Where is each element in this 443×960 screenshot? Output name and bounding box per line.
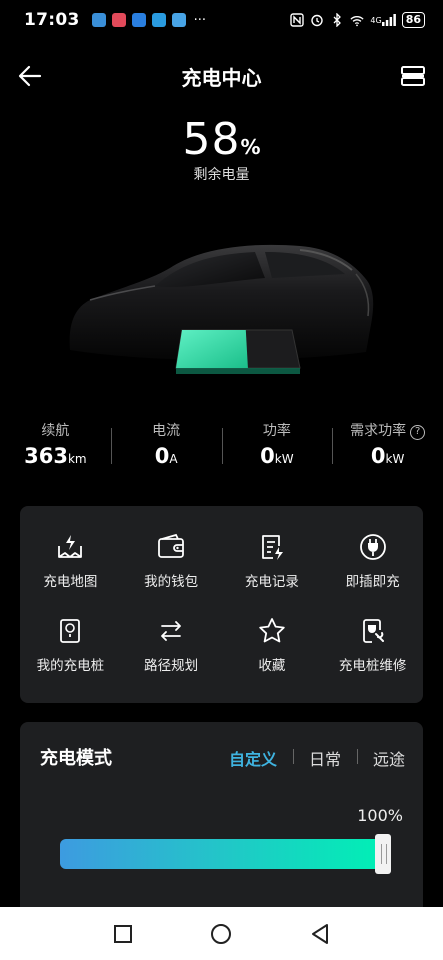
help-icon[interactable]: ? [410, 425, 426, 440]
charging-mode-title: 充电模式 [40, 748, 112, 769]
bluetooth-icon [330, 13, 344, 27]
grid-item-label: 充电地图 [43, 574, 98, 590]
grid-item-charging-pile[interactable]: 我的充电桩 [20, 610, 121, 694]
network-type: 4G [370, 15, 382, 25]
stat-unit: kW [274, 452, 294, 466]
charging-mode-tabs: 自定义 日常 远途 [213, 746, 405, 770]
stat-range: 续航 363km [0, 420, 111, 472]
grid-item-label: 充电桩维修 [338, 658, 407, 674]
stat-unit: A [169, 452, 178, 466]
stat-value: 363 [24, 444, 68, 468]
grid-item-favorites[interactable]: 收藏 [222, 610, 323, 694]
charging-mode-card: 充电模式 自定义 日常 远途 100% [20, 722, 423, 922]
wallet-icon [158, 533, 185, 558]
app-notification-icon [91, 13, 106, 27]
battery-percentage: 58% [0, 114, 443, 165]
battery-level-graphic [175, 329, 301, 374]
stat-value: 0 [154, 444, 170, 468]
grid-item-charging-map[interactable]: 充电地图 [20, 526, 121, 610]
stat-value: 0 [370, 444, 386, 468]
plug-and-charge-icon [359, 534, 386, 560]
grid-item-label: 充电记录 [244, 574, 299, 590]
stat-current: 电流 0A [110, 420, 222, 472]
battery-percent-unit: % [240, 135, 261, 159]
more-notifications-icon: ··· [193, 12, 207, 28]
stat-label: 续航 [41, 423, 70, 439]
grid-item-label: 即插即充 [345, 574, 400, 590]
nfc-icon [290, 13, 305, 27]
charging-map-icon [58, 535, 83, 558]
alarm-icon [310, 13, 324, 27]
back-button-icon[interactable] [308, 922, 332, 946]
signal-icon: 4G [370, 13, 396, 27]
status-bar: 17:03 ··· 4G 86 [0, 0, 443, 40]
grid-item-label: 我的充电桩 [36, 658, 105, 674]
menu-button[interactable] [399, 62, 427, 90]
slider-thumb[interactable] [375, 834, 391, 874]
tab-long-trip[interactable]: 远途 [356, 746, 405, 770]
remaining-charge-label: 剩余电量 [193, 167, 250, 183]
star-icon [259, 618, 285, 643]
stat-unit: kW [385, 452, 405, 466]
app-notification-icon [111, 13, 126, 27]
charge-limit-label: 100% [357, 806, 403, 825]
status-time: 17:03 [24, 10, 80, 30]
stat-demand-power: 需求功率? 0kW [332, 420, 443, 472]
grid-item-label: 收藏 [258, 658, 286, 674]
grid-item-plug-and-charge[interactable]: 即插即充 [322, 526, 423, 610]
charging-stats: 续航 363km 电流 0A 功率 0kW 需求功率? 0kW [0, 420, 443, 472]
tab-custom[interactable]: 自定义 [213, 746, 293, 770]
app-notification-icon [151, 13, 166, 27]
stat-value: 0 [260, 444, 275, 468]
stat-power: 功率 0kW [221, 420, 333, 472]
grid-item-charge-record[interactable]: 充电记录 [222, 526, 323, 610]
pile-repair-icon [362, 619, 384, 643]
stat-label: 需求功率 [350, 423, 407, 439]
recents-button-icon[interactable] [111, 922, 135, 946]
battery-percent-value: 58 [182, 114, 241, 165]
car-illustration [60, 230, 390, 390]
grid-item-label: 我的钱包 [144, 574, 199, 590]
app-notification-icon [171, 13, 186, 27]
grid-item-wallet[interactable]: 我的钱包 [121, 526, 222, 610]
grid-item-pile-repair[interactable]: 充电桩维修 [322, 610, 423, 694]
app-notification-icon [131, 13, 146, 27]
tab-daily[interactable]: 日常 [292, 746, 357, 770]
home-button-icon[interactable] [209, 922, 233, 946]
wifi-icon [350, 13, 364, 27]
charge-record-icon [261, 535, 283, 560]
stat-label: 电流 [152, 423, 181, 439]
header: 充电中心 [0, 50, 443, 102]
charge-limit-slider[interactable] [60, 839, 384, 869]
battery-indicator: 86 [401, 12, 425, 28]
route-planning-icon [161, 621, 182, 641]
grid-item-route-planning[interactable]: 路径规划 [121, 610, 222, 694]
system-nav-bar [0, 907, 443, 960]
stat-label: 功率 [262, 423, 291, 439]
notification-icons: ··· [91, 12, 207, 28]
stat-unit: km [67, 452, 87, 466]
feature-grid: 充电地图 我的钱包 充电记录 即插即充 我的充电桩 路径规划 收藏 充电桩维修 [20, 506, 423, 703]
menu-icon [401, 66, 425, 86]
page-title: 充电中心 [181, 66, 262, 90]
charging-pile-icon [60, 619, 81, 643]
grid-item-label: 路径规划 [144, 658, 199, 674]
